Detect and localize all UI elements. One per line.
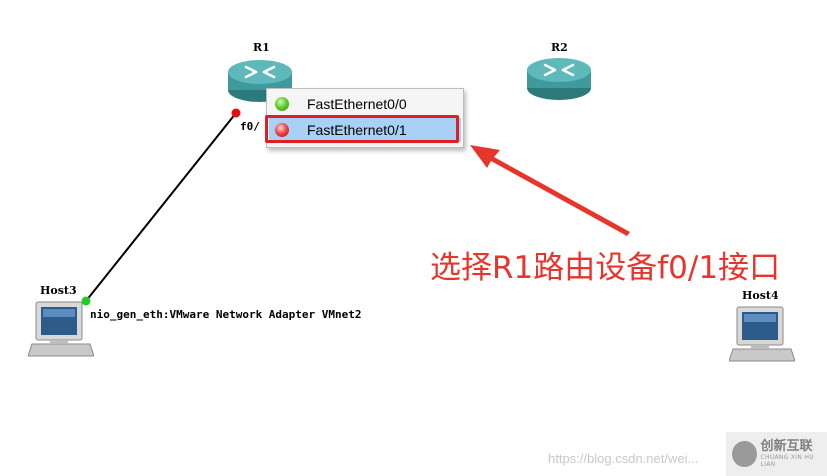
- router-r1-label: R1: [253, 41, 270, 54]
- menu-item-fastethernet0-0[interactable]: FastEthernet0/0: [269, 92, 461, 116]
- menu-item-label: FastEthernet0/0: [307, 96, 407, 112]
- host3-label: Host3: [40, 284, 77, 297]
- topology-canvas: [81, 108, 630, 306]
- router-r2-label: R2: [551, 41, 568, 54]
- annotation-arrow: [470, 145, 630, 236]
- port-r1-f01-indicator: [231, 108, 241, 118]
- link-r1-host3[interactable]: [85, 112, 237, 302]
- host4-label: Host4: [742, 289, 779, 302]
- host3-computer-icon[interactable]: [28, 300, 94, 360]
- port-label-f0: f0/: [240, 120, 260, 133]
- brand-logo-icon: [732, 441, 757, 467]
- annotation-text: 选择R1路由设备f0/1接口: [430, 250, 781, 286]
- host3-interface-label: nio_gen_eth:VMware Network Adapter VMnet…: [90, 308, 362, 321]
- brand-watermark: 创新互联 CHUANG XIN HU LIAN: [726, 432, 827, 476]
- watermark-url: https://blog.csdn.net/wei...: [548, 451, 699, 466]
- host4-computer-icon[interactable]: [729, 305, 795, 365]
- brand-subtitle: CHUANG XIN HU LIAN: [760, 454, 814, 468]
- brand-name: 创新互联: [760, 439, 813, 454]
- status-green-icon: [275, 97, 289, 111]
- selection-highlight-box: [265, 115, 459, 143]
- router-r2-icon[interactable]: [525, 56, 593, 102]
